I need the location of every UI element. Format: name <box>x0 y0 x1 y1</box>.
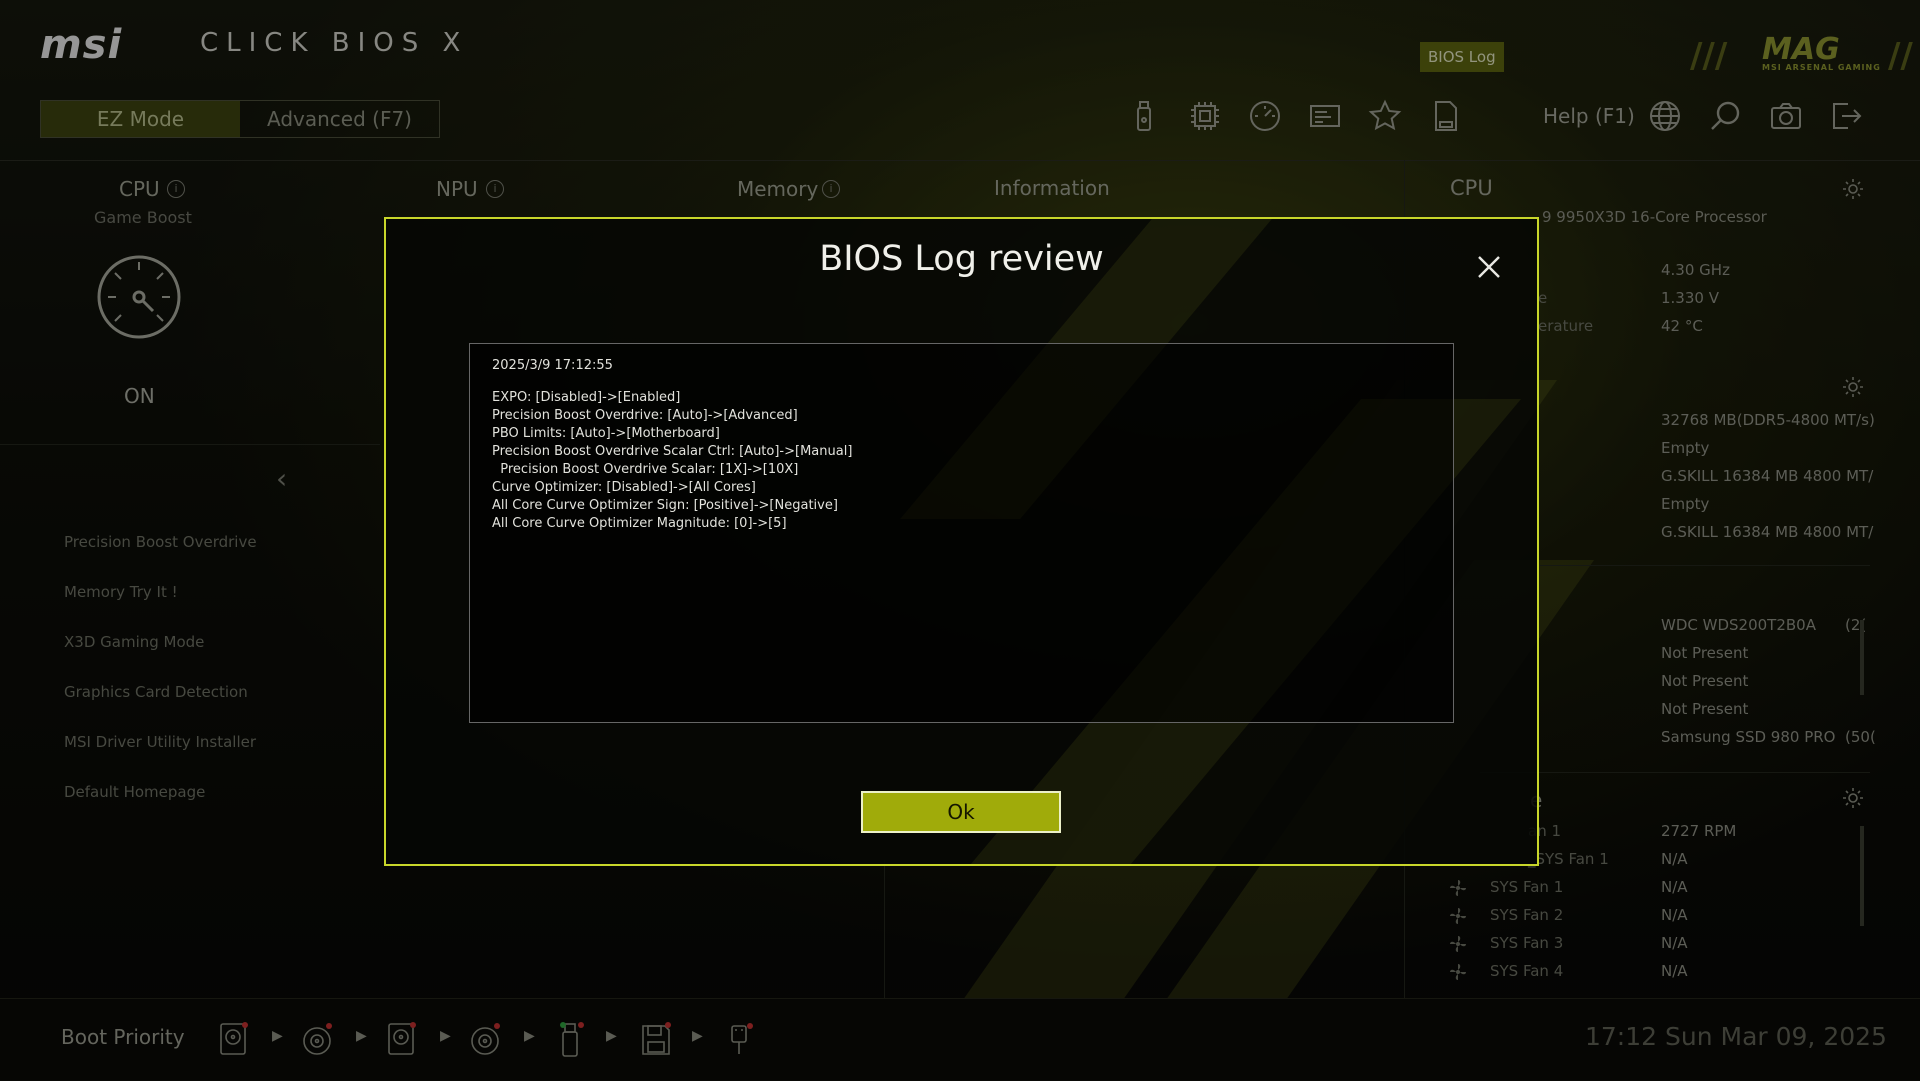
ok-button[interactable]: Ok <box>861 791 1061 833</box>
log-line: PBO Limits: [Auto]->[Motherboard] <box>492 426 720 441</box>
log-line: EXPO: [Disabled]->[Enabled] <box>492 390 681 405</box>
bios-log-dialog: BIOS Log review 2025/3/9 17:12:55 EXPO: … <box>384 217 1539 866</box>
log-line: Precision Boost Overdrive: [Auto]->[Adva… <box>492 408 798 423</box>
log-text-area[interactable]: 2025/3/9 17:12:55 EXPO: [Disabled]->[Ena… <box>469 343 1454 723</box>
dialog-title: BIOS Log review <box>819 239 1104 279</box>
log-line: All Core Curve Optimizer Magnitude: [0]-… <box>492 516 787 531</box>
log-line: Precision Boost Overdrive Scalar: [1X]->… <box>492 462 799 477</box>
close-icon[interactable] <box>1471 249 1507 285</box>
log-line: Precision Boost Overdrive Scalar Ctrl: [… <box>492 444 853 459</box>
log-line: Curve Optimizer: [Disabled]->[All Cores] <box>492 480 756 495</box>
log-timestamp: 2025/3/9 17:12:55 <box>492 358 613 373</box>
log-line: All Core Curve Optimizer Sign: [Positive… <box>492 498 838 513</box>
